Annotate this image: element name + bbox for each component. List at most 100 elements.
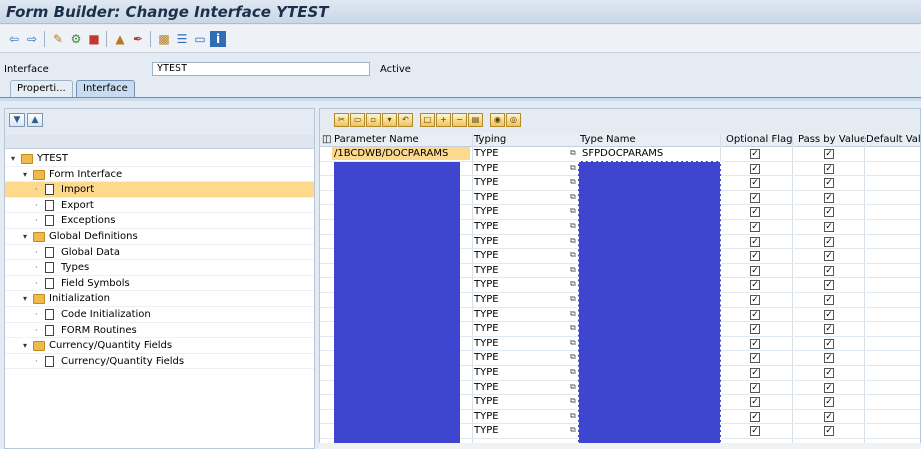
- parameter-name-cell[interactable]: /1BCDWB/DOCPARAMS: [332, 147, 470, 160]
- tree-node[interactable]: ▾ Initialization: [5, 291, 314, 307]
- optional-flag-checkbox[interactable]: ✓: [750, 251, 760, 262]
- expand-arrow-icon[interactable]: ▾: [23, 167, 27, 183]
- typing-cell[interactable]: TYPE: [474, 236, 499, 247]
- new-row-icon[interactable]: □: [420, 113, 435, 127]
- edit-icon[interactable]: ✒: [130, 31, 146, 47]
- typing-cell[interactable]: TYPE: [474, 352, 499, 363]
- forward-icon[interactable]: ⇨: [24, 31, 40, 47]
- window-icon[interactable]: ▭: [192, 31, 208, 47]
- optional-flag-checkbox[interactable]: ✓: [750, 221, 760, 232]
- expand-arrow-icon[interactable]: ▾: [23, 338, 27, 354]
- optional-flag-checkbox[interactable]: ✓: [750, 397, 760, 408]
- tree-node[interactable]: ▾ Global Definitions: [5, 229, 314, 245]
- delete-row-icon[interactable]: −: [452, 113, 467, 127]
- typing-cell[interactable]: TYPE: [474, 221, 499, 232]
- optional-flag-checkbox[interactable]: ✓: [750, 353, 760, 364]
- pass-by-value-checkbox[interactable]: ✓: [824, 367, 834, 378]
- tree-node[interactable]: · Types: [5, 260, 314, 276]
- typing-cell[interactable]: TYPE: [474, 192, 499, 203]
- typing-cell[interactable]: TYPE: [474, 309, 499, 320]
- tree-node[interactable]: ▾ Currency/Quantity Fields: [5, 338, 314, 354]
- optional-flag-checkbox[interactable]: ✓: [750, 411, 760, 422]
- other-object-icon[interactable]: ▲: [112, 31, 128, 47]
- typing-cell[interactable]: TYPE: [474, 279, 499, 290]
- optional-flag-checkbox[interactable]: ✓: [750, 294, 760, 305]
- typing-cell[interactable]: TYPE: [474, 265, 499, 276]
- tree-node[interactable]: · Export: [5, 198, 314, 214]
- typing-cell[interactable]: TYPE: [474, 396, 499, 407]
- back-icon[interactable]: ⇦: [6, 31, 22, 47]
- expand-arrow-icon[interactable]: ▾: [23, 291, 27, 307]
- typing-cell[interactable]: TYPE: [474, 177, 499, 188]
- layout-icon[interactable]: ☰: [174, 31, 190, 47]
- col-optional-flag[interactable]: Optional Flag: [726, 134, 792, 145]
- horizontal-scrollbar[interactable]: [319, 443, 921, 449]
- typing-cell[interactable]: TYPE: [474, 411, 499, 422]
- info-icon[interactable]: i: [210, 31, 226, 47]
- find-next-icon[interactable]: ◎: [506, 113, 521, 127]
- pass-by-value-checkbox[interactable]: ✓: [824, 411, 834, 422]
- find-icon[interactable]: ◉: [490, 113, 505, 127]
- tree-node[interactable]: · Code Initialization: [5, 307, 314, 323]
- optional-flag-checkbox[interactable]: ✓: [750, 338, 760, 349]
- optional-flag-checkbox[interactable]: ✓: [750, 163, 760, 174]
- pass-by-value-checkbox[interactable]: ✓: [824, 207, 834, 218]
- copy-icon[interactable]: ▭: [350, 113, 365, 127]
- tree-node[interactable]: ▾ Form Interface: [5, 167, 314, 183]
- table-row[interactable]: /1BCDWB/DOCPARAMS TYPE ⧉ SFPDOCPARAMS ✓ ✓: [320, 147, 920, 162]
- pass-by-value-checkbox[interactable]: ✓: [824, 280, 834, 291]
- collapse-all-icon[interactable]: ▲: [27, 113, 43, 127]
- undo-icon[interactable]: ↶: [398, 113, 413, 127]
- pass-by-value-checkbox[interactable]: ✓: [824, 382, 834, 393]
- tree-node[interactable]: · Field Symbols: [5, 276, 314, 292]
- pass-by-value-checkbox[interactable]: ✓: [824, 338, 834, 349]
- hierarchy-icon[interactable]: ▩: [156, 31, 172, 47]
- optional-flag-checkbox[interactable]: ✓: [750, 207, 760, 218]
- optional-flag-checkbox[interactable]: ✓: [750, 426, 760, 437]
- tree-node[interactable]: ▾ YTEST: [5, 151, 314, 167]
- tree-node[interactable]: · Global Data: [5, 245, 314, 261]
- interface-field[interactable]: YTEST: [152, 62, 370, 76]
- typing-cell[interactable]: TYPE: [474, 367, 499, 378]
- optional-flag-checkbox[interactable]: ✓: [750, 309, 760, 320]
- pass-by-value-checkbox[interactable]: ✓: [824, 353, 834, 364]
- typing-cell[interactable]: TYPE: [474, 148, 499, 159]
- pass-by-value-checkbox[interactable]: ✓: [824, 221, 834, 232]
- typing-cell[interactable]: TYPE: [474, 323, 499, 334]
- expand-arrow-icon[interactable]: ▾: [23, 229, 27, 245]
- typing-cell[interactable]: TYPE: [474, 250, 499, 261]
- col-type-name[interactable]: Type Name: [580, 134, 636, 145]
- expand-all-icon[interactable]: ▼: [9, 113, 25, 127]
- paste-icon[interactable]: ▫: [366, 113, 381, 127]
- tab-properties[interactable]: Properti...: [10, 80, 73, 97]
- typing-cell[interactable]: TYPE: [474, 206, 499, 217]
- optional-flag-checkbox[interactable]: ✓: [750, 382, 760, 393]
- copy-row-icon[interactable]: ▤: [468, 113, 483, 127]
- pass-by-value-checkbox[interactable]: ✓: [824, 426, 834, 437]
- paste-menu-icon[interactable]: ▾: [382, 113, 397, 127]
- col-parameter-name[interactable]: Parameter Name: [334, 134, 419, 145]
- pass-by-value-checkbox[interactable]: ✓: [824, 163, 834, 174]
- typing-cell[interactable]: TYPE: [474, 294, 499, 305]
- type-name-cell[interactable]: SFPDOCPARAMS: [582, 148, 663, 159]
- tree-node[interactable]: · Currency/Quantity Fields: [5, 354, 314, 370]
- optional-flag-checkbox[interactable]: ✓: [750, 178, 760, 189]
- optional-flag-checkbox[interactable]: ✓: [750, 236, 760, 247]
- pass-by-value-checkbox[interactable]: ✓: [824, 324, 834, 335]
- optional-flag-checkbox[interactable]: ✓: [750, 149, 760, 159]
- optional-flag-checkbox[interactable]: ✓: [750, 192, 760, 203]
- check-icon[interactable]: ■: [86, 31, 102, 47]
- typing-cell[interactable]: TYPE: [474, 425, 499, 436]
- pass-by-value-checkbox[interactable]: ✓: [824, 397, 834, 408]
- pass-by-value-checkbox[interactable]: ✓: [824, 178, 834, 189]
- expand-arrow-icon[interactable]: ▾: [11, 151, 15, 167]
- pass-by-value-checkbox[interactable]: ✓: [824, 192, 834, 203]
- pass-by-value-checkbox[interactable]: ✓: [824, 265, 834, 276]
- pass-by-value-checkbox[interactable]: ✓: [824, 149, 834, 159]
- tree-node[interactable]: · Exceptions: [5, 213, 314, 229]
- typing-cell[interactable]: TYPE: [474, 338, 499, 349]
- insert-row-icon[interactable]: +: [436, 113, 451, 127]
- pass-by-value-checkbox[interactable]: ✓: [824, 309, 834, 320]
- optional-flag-checkbox[interactable]: ✓: [750, 367, 760, 378]
- optional-flag-checkbox[interactable]: ✓: [750, 324, 760, 335]
